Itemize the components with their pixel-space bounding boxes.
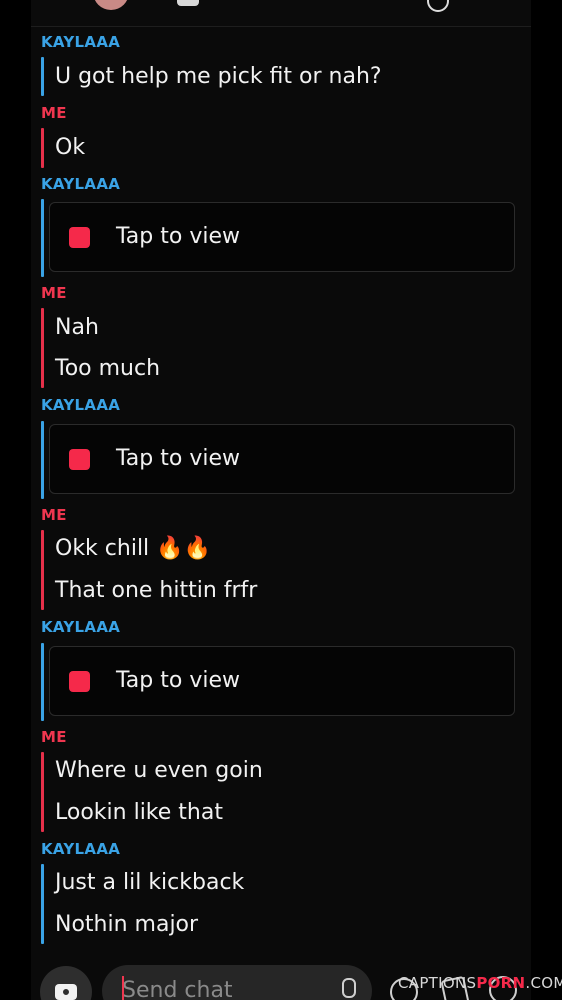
- message-text: Nothin major: [55, 912, 199, 937]
- sender-label-friend: KAYLAAA: [41, 396, 121, 414]
- message-bar-friend: [41, 199, 44, 277]
- unopened-snap-icon: [69, 449, 90, 470]
- sender-label-me: ME: [41, 104, 67, 122]
- sender-label-friend: KAYLAAA: [41, 618, 121, 636]
- unopened-snap-icon: [69, 671, 90, 692]
- tap-to-view-label: Tap to view: [116, 446, 240, 471]
- sender-label-me: ME: [41, 284, 67, 302]
- text-caret: [122, 976, 124, 1000]
- chat-screen: KAYLAAA U got help me pick fit or nah? M…: [31, 0, 531, 1000]
- watermark-brand: PORN: [476, 974, 526, 992]
- message-bar-friend: [41, 421, 44, 499]
- message-text: Nah: [55, 315, 99, 340]
- sender-label-friend: KAYLAAA: [41, 840, 121, 858]
- camera-lens-icon: [61, 987, 71, 997]
- message-bar-me: [41, 308, 44, 388]
- message-text: That one hittin frfr: [55, 578, 258, 603]
- snap-message[interactable]: Tap to view: [49, 424, 515, 494]
- microphone-icon[interactable]: [342, 978, 356, 998]
- message-bar-friend: [41, 864, 44, 944]
- message-text: U got help me pick fit or nah?: [55, 64, 382, 89]
- watermark: CAPTIONSPORN.COM: [398, 974, 562, 992]
- chat-header: [31, 0, 531, 27]
- call-icon[interactable]: [427, 0, 449, 12]
- send-chat-input[interactable]: [102, 965, 372, 1000]
- message-text: Just a lil kickback: [55, 870, 245, 895]
- sender-label-friend: KAYLAAA: [41, 175, 121, 193]
- watermark-prefix: CAPTIONS: [398, 974, 477, 992]
- snap-message[interactable]: Tap to view: [49, 202, 515, 272]
- message-bar-me: [41, 128, 44, 168]
- snap-message[interactable]: Tap to view: [49, 646, 515, 716]
- watermark-suffix: .COM: [525, 974, 562, 992]
- friend-avatar[interactable]: [93, 0, 129, 10]
- sender-label-me: ME: [41, 506, 67, 524]
- message-text: Ok: [55, 135, 86, 160]
- friend-name[interactable]: [177, 0, 199, 6]
- message-text: Okk chill 🔥🔥: [55, 536, 211, 561]
- unopened-snap-icon: [69, 227, 90, 248]
- tap-to-view-label: Tap to view: [116, 668, 240, 693]
- message-bar-me: [41, 530, 44, 610]
- message-bar-me: [41, 752, 44, 832]
- message-bar-friend: [41, 57, 44, 96]
- tap-to-view-label: Tap to view: [116, 224, 240, 249]
- message-text: Where u even goin: [55, 758, 263, 783]
- message-bar-friend: [41, 643, 44, 721]
- sender-label-me: ME: [41, 728, 67, 746]
- message-text: Lookin like that: [55, 800, 223, 825]
- sender-label-friend: KAYLAAA: [41, 33, 121, 51]
- message-text: Too much: [55, 356, 161, 381]
